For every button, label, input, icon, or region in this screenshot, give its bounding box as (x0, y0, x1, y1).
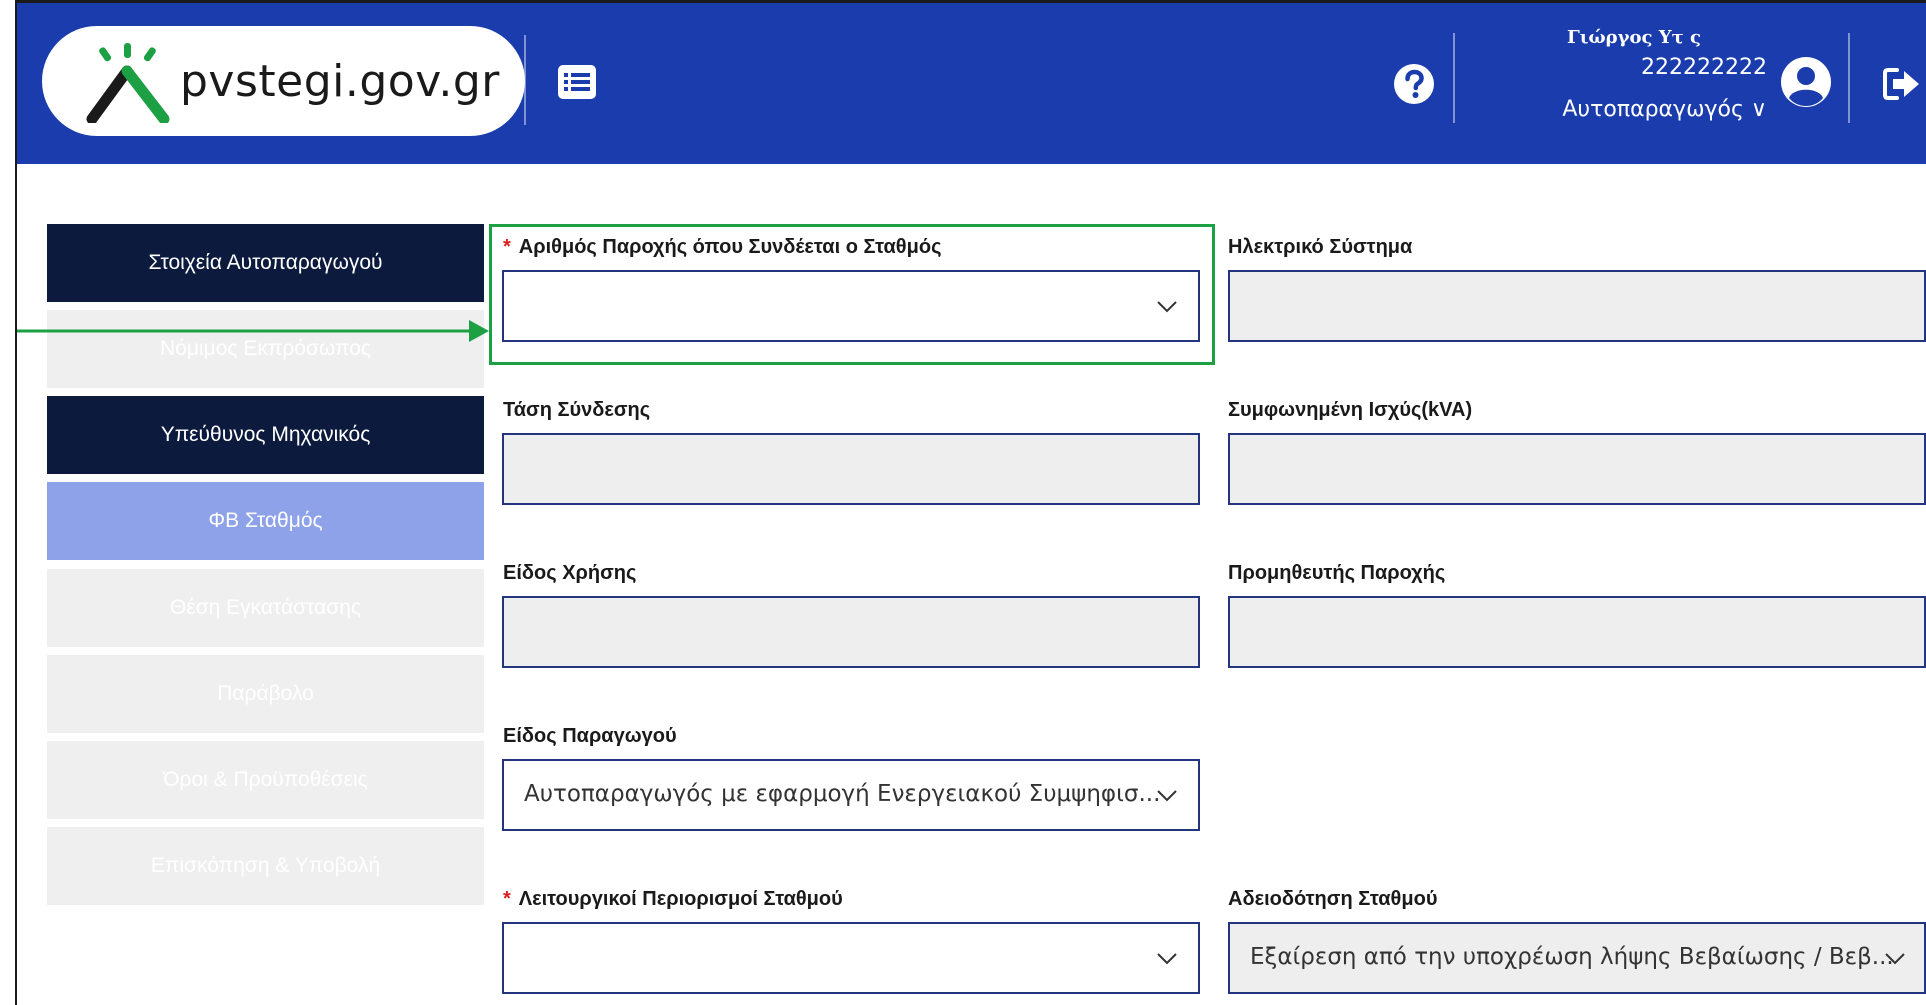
sidebar-item-label: Θέση Εγκατάστασης (169, 596, 362, 619)
agreed-power-field (1228, 433, 1926, 505)
producer-type-value: Αυτοπαραγωγός με εφαρμογή Ενεργειακού Συ… (524, 781, 1161, 807)
electric-system-label: Ηλεκτρικό Σύστημα (1228, 236, 1413, 258)
connection-voltage-label: Τάση Σύνδεσης (503, 399, 651, 421)
usage-type-label: Είδος Χρήσης (503, 562, 637, 584)
sidebar-item-pv-station[interactable]: ΦΒ Σταθμός (47, 482, 484, 560)
electric-system-field (1228, 270, 1926, 342)
highlight-annotation-box (489, 224, 1215, 365)
sidebar-item-autoproducer-details[interactable]: Στοιχεία Αυτοπαραγωγού (47, 224, 484, 302)
connection-voltage-field (502, 433, 1200, 505)
usage-type-field (502, 596, 1200, 668)
header-divider (1453, 33, 1455, 123)
header-divider (1848, 33, 1850, 123)
sidebar-item-label: ΦΒ Σταθμός (208, 509, 323, 532)
sidebar-item-terms-conditions[interactable]: Όροι & Προϋποθέσεις (47, 741, 484, 819)
sidebar-item-label: Παράβολο (217, 682, 314, 705)
operational-limits-select[interactable] (502, 922, 1200, 994)
station-licensing-label: Αδειοδότηση Σταθμού (1228, 888, 1438, 910)
sidebar-item-label: Στοιχεία Αυτοπαραγωγού (148, 251, 383, 274)
operational-limits-label: * Λειτουργικοί Περιορισμοί Σταθμού (503, 888, 843, 910)
agreed-power-label: Συμφωνημένη Ισχύς(kVA) (1228, 399, 1473, 421)
user-avatar-icon[interactable] (1780, 56, 1832, 108)
supply-provider-label: Προμηθευτής Παροχής (1228, 562, 1446, 584)
chevron-down-icon (1157, 953, 1177, 965)
arrow-right-icon (17, 320, 489, 342)
station-licensing-value: Εξαίρεση από την υποχρέωση λήψης Βεβαίωσ… (1250, 944, 1894, 970)
top-header: pvstegi.gov.gr Γιώργος Υτ ς 222222222 Αυ… (17, 3, 1926, 164)
sidebar-item-label: Όροι & Προϋποθέσεις (163, 768, 368, 791)
logo-mark-icon (86, 43, 170, 123)
user-role-dropdown[interactable]: Αυτοπαραγωγός ∨ (1562, 97, 1767, 122)
logo-text: pvstegi.gov.gr (180, 56, 500, 107)
required-marker: * (503, 888, 511, 910)
user-name: Γιώργος Υτ ς (1567, 27, 1701, 48)
station-licensing-select[interactable]: Εξαίρεση από την υποχρέωση λήψης Βεβαίωσ… (1228, 922, 1926, 994)
header-divider (524, 35, 526, 125)
user-tax-id: 222222222 (1641, 55, 1767, 80)
chevron-down-icon (1885, 953, 1905, 965)
user-menu[interactable]: Γιώργος Υτ ς 222222222 Αυτοπαραγωγός ∨ (1522, 23, 1767, 133)
producer-type-label: Είδος Παραγωγού (503, 725, 677, 747)
sidebar-item-review-submit[interactable]: Επισκόπηση & Υποβολή (47, 827, 484, 905)
chevron-down-icon (1157, 790, 1177, 802)
sidebar-item-label: Υπεύθυνος Μηχανικός (160, 423, 371, 446)
supply-provider-field (1228, 596, 1926, 668)
help-icon[interactable] (1393, 63, 1435, 105)
logo[interactable]: pvstegi.gov.gr (42, 26, 525, 136)
sidebar-item-fee[interactable]: Παράβολο (47, 655, 484, 733)
logout-icon[interactable] (1883, 67, 1921, 101)
sidebar-item-responsible-engineer[interactable]: Υπεύθυνος Μηχανικός (47, 396, 484, 474)
sidebar-item-installation-location[interactable]: Θέση Εγκατάστασης (47, 569, 484, 647)
producer-type-select[interactable]: Αυτοπαραγωγός με εφαρμογή Ενεργειακού Συ… (502, 759, 1200, 831)
menu-list-icon[interactable] (557, 63, 597, 101)
sidebar-item-label: Επισκόπηση & Υποβολή (150, 854, 381, 877)
